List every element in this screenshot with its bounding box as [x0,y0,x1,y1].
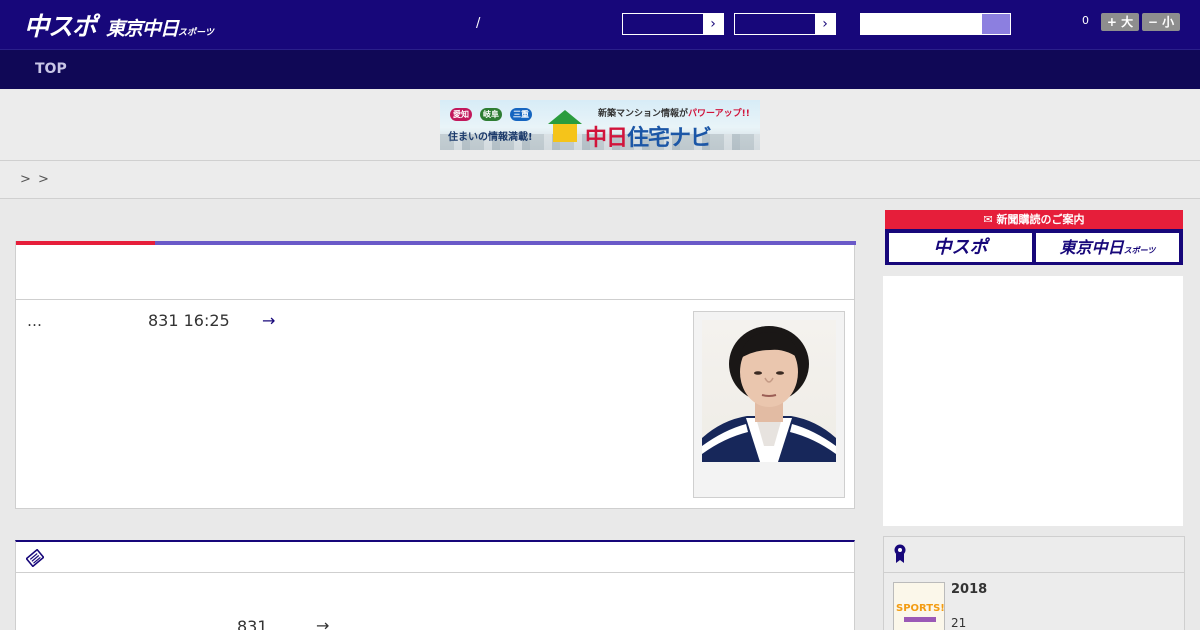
banner-headline-b: パワーアップ!! [688,109,750,119]
logo-chuspo: 中スポ [24,12,97,41]
banner-title-a: 中日 [585,126,628,150]
housing-navi-banner[interactable]: 愛知 岐阜 三重 住まいの情報満載! 新築マンション情報がパワーアップ!! 中日… [440,100,760,150]
award-ribbon-icon [894,544,906,563]
ranking-number: 21 [951,616,967,630]
breadcrumb-separator: > [38,172,49,187]
article-ellipsis: … [27,312,42,330]
newspaper-icon: ✉ [983,213,993,226]
nav-item-top[interactable]: TOP [35,61,67,77]
banner-title-b: 住宅ナビ [627,126,712,150]
banner-title: 中日住宅ナビ [585,120,712,150]
top-header: 中スポ 東京中日スポーツ / › › 0 + 大 − 小 [0,0,1200,49]
subscription-title: 新聞購読のご案内 [996,213,1085,226]
subscription-header: ✉ 新聞購読のご案内 [885,210,1183,229]
header-slash: / [476,16,481,31]
breadcrumb: > > [0,161,1200,199]
logo-sports-small: スポーツ [178,28,214,38]
subscribe-tokyo-label: 東京中日 [1059,238,1124,257]
article-more-link[interactable]: → [262,311,275,330]
banner-tag-mie: 三重 [510,108,532,121]
category-select-1[interactable]: › [622,13,724,35]
logo-tokyo-chunichi: 東京中日 [106,18,179,40]
ranking-thumbnail[interactable]: SPORTS!! [893,582,945,630]
notification-count: 0 [1082,14,1089,27]
global-nav: TOP [0,49,1200,89]
newspaper-icon [26,549,44,567]
article-photo-frame [693,311,845,498]
news-list-header [16,542,854,573]
site-logo[interactable]: 中スポ 東京中日スポーツ [24,7,214,43]
banner-tag-gifu: 岐阜 [480,108,502,121]
subscribe-chuspo-button[interactable]: 中スポ [889,233,1032,262]
subscription-widget: ✉ 新聞購読のご案内 中スポ 東京中日スポーツ [885,210,1183,265]
news-item-link[interactable]: → [316,616,329,630]
banner-headline: 新築マンション情報がパワーアップ!! [598,106,750,119]
article-title-area [16,245,854,300]
banner-area: 愛知 岐阜 三重 住まいの情報満載! 新築マンション情報がパワーアップ!! 中日… [0,90,1200,161]
search-input[interactable] [860,13,1011,35]
house-roof-icon [548,110,582,124]
subscribe-tokyo-chunichi-button[interactable]: 東京中日スポーツ [1036,233,1179,262]
article-card: … 831 16:25 → [15,241,856,509]
chevron-right-icon: › [703,14,723,34]
banner-headline-a: 新築マンション情報が [598,109,689,119]
subscribe-tokyo-small: スポーツ [1123,246,1156,255]
banner-tag-aichi: 愛知 [450,108,472,121]
font-larger-button[interactable]: + 大 [1101,13,1139,31]
portrait-photo[interactable] [702,320,836,462]
ranking-header [884,537,1184,573]
news-item-date: 831 [237,617,268,630]
ranking-year: 2018 [951,582,988,597]
search-button[interactable] [982,14,1010,34]
category-select-2[interactable]: › [734,13,836,35]
article-timestamp: 831 16:25 [148,311,230,330]
sports-thumbnail-graphic: SPORTS!! [894,583,945,630]
portrait-illustration [702,326,836,462]
ranking-widget: SPORTS!! 2018 21 [883,536,1185,630]
banner-tagline: 住まいの情報満載! [448,132,533,143]
thumb-text: SPORTS!! [896,603,945,614]
sidebar-ad-slot[interactable] [883,276,1183,526]
house-body-icon [553,124,577,142]
news-list-card: 831 → [15,540,855,630]
font-smaller-button[interactable]: − 小 [1142,13,1180,31]
breadcrumb-separator: > [20,172,31,187]
chevron-right-icon: › [815,14,835,34]
